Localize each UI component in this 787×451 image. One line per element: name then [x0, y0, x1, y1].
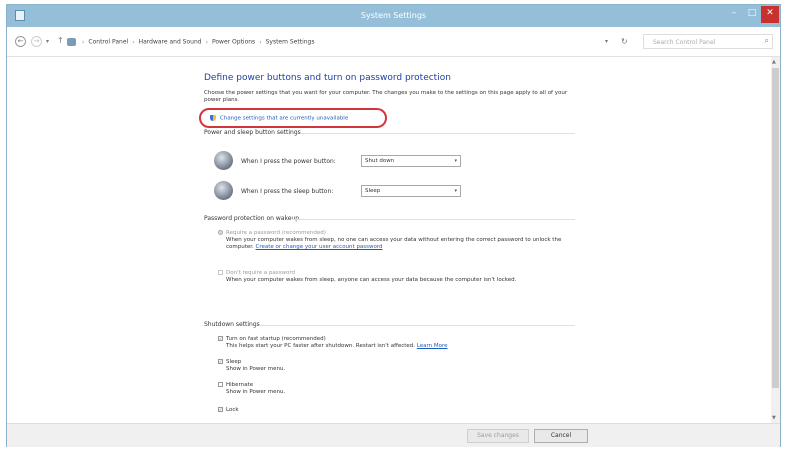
page-description: Choose the power settings that you want …	[204, 90, 568, 103]
back-button[interactable]: ←	[15, 36, 26, 47]
recent-locations-dropdown[interactable]: ▾	[46, 38, 49, 45]
system-settings-window: System Settings – □ ✕ ← → ▾ ↑ › Control P…	[6, 4, 781, 447]
window-title: System Settings	[360, 11, 427, 20]
breadcrumb-separator[interactable]: ›	[259, 39, 261, 46]
sleep-option[interactable]: ✓ Sleep Show in Power menu.	[218, 359, 568, 373]
minimize-button[interactable]: –	[725, 6, 743, 23]
require-password-radio[interactable]	[218, 230, 223, 235]
dont-require-password-label: Don't require a password	[226, 270, 296, 276]
scroll-up-icon[interactable]: ▲	[772, 59, 776, 65]
address-bar: ← → ▾ ↑ › Control Panel › Hardware and Soun…	[7, 27, 780, 57]
breadcrumb-item-system-settings[interactable]: System Settings	[266, 39, 315, 46]
scrollbar-thumb[interactable]	[772, 68, 779, 388]
content-pane: Define power buttons and turn on passwor…	[7, 57, 771, 423]
fast-startup-desc: This helps start your PC faster after sh…	[226, 343, 416, 349]
power-button-select[interactable]: Shut down ▾	[361, 155, 461, 167]
cancel-button[interactable]: Cancel	[534, 429, 588, 443]
fast-startup-checkbox[interactable]: ✓	[218, 336, 223, 341]
create-password-link[interactable]: Create or change your user account passw…	[256, 244, 383, 250]
refresh-icon[interactable]: ↻	[621, 37, 628, 46]
breadcrumb-item-control-panel[interactable]: Control Panel	[88, 39, 128, 46]
section-divider	[300, 133, 575, 134]
forward-button[interactable]: →	[31, 36, 42, 47]
power-button-icon	[214, 151, 233, 170]
breadcrumb-separator[interactable]: ›	[82, 39, 84, 46]
sleep-button-select-value: Sleep	[365, 188, 381, 194]
search-box[interactable]: Search Control Panel ⌕	[643, 34, 773, 49]
footer-bar: Save changes Cancel	[7, 423, 780, 447]
scroll-down-icon[interactable]: ▼	[772, 415, 776, 421]
lock-label: Lock	[226, 407, 239, 413]
sleep-checkbox[interactable]: ✓	[218, 359, 223, 364]
page-title: Define power buttons and turn on passwor…	[204, 73, 451, 83]
breadcrumb-item-hardware-and-sound[interactable]: Hardware and Sound	[139, 39, 202, 46]
power-button-label: When I press the power button:	[241, 158, 336, 165]
breadcrumb-item-power-options[interactable]: Power Options	[212, 39, 255, 46]
search-icon[interactable]: ⌕	[765, 36, 769, 46]
hibernate-desc: Show in Power menu.	[226, 389, 286, 395]
fast-startup-option[interactable]: ✓ Turn on fast startup (recommended) This…	[218, 336, 568, 350]
control-panel-icon	[67, 38, 76, 46]
fast-startup-label: Turn on fast startup (recommended)	[226, 336, 326, 342]
change-settings-link[interactable]: Change settings that are currently unava…	[210, 115, 348, 122]
shutdown-section-header: Shutdown settings	[204, 321, 260, 328]
require-password-label: Require a password (recommended)	[226, 230, 326, 236]
dont-require-password-desc: When your computer wakes from sleep, any…	[226, 277, 517, 283]
sleep-label: Sleep	[226, 359, 242, 365]
change-settings-link-label[interactable]: Change settings that are currently unava…	[220, 116, 348, 122]
breadcrumb: › Control Panel › Hardware and Sound › Power …	[67, 38, 314, 46]
breadcrumb-separator[interactable]: ›	[206, 39, 208, 46]
password-section-header: Password protection on wakeup	[204, 215, 300, 222]
chevron-down-icon: ▾	[454, 188, 457, 194]
sleep-button-icon	[214, 181, 233, 200]
section-divider	[259, 325, 575, 326]
power-button-select-value: Shut down	[365, 158, 395, 164]
close-button[interactable]: ✕	[761, 6, 779, 23]
hibernate-checkbox[interactable]	[218, 382, 223, 387]
search-input[interactable]: Search Control Panel	[653, 39, 715, 46]
breadcrumb-separator[interactable]: ›	[132, 39, 134, 46]
lock-checkbox[interactable]: ✓	[218, 407, 223, 412]
sleep-button-select[interactable]: Sleep ▾	[361, 185, 461, 197]
dont-require-password-option[interactable]: Don't require a password When your compu…	[218, 270, 568, 284]
up-button[interactable]: ↑	[57, 36, 64, 45]
chevron-down-icon: ▾	[454, 158, 457, 164]
vertical-scrollbar[interactable]: ▲ ▼	[771, 57, 780, 423]
require-password-option[interactable]: Require a password (recommended) When yo…	[218, 230, 568, 251]
sleep-button-row: When I press the sleep button: Sleep ▾	[214, 181, 474, 201]
save-changes-button[interactable]: Save changes	[467, 429, 529, 443]
maximize-button[interactable]: □	[743, 6, 761, 23]
uac-shield-icon	[210, 115, 216, 121]
learn-more-link[interactable]: Learn More	[417, 343, 448, 349]
power-button-row: When I press the power button: Shut down…	[214, 151, 474, 171]
sleep-button-label: When I press the sleep button:	[241, 188, 334, 195]
dont-require-password-checkbox[interactable]	[218, 270, 223, 275]
hibernate-label: Hibernate	[226, 382, 254, 388]
title-bar[interactable]: System Settings – □ ✕	[7, 5, 780, 27]
sleep-desc: Show in Power menu.	[226, 366, 286, 372]
hibernate-option[interactable]: Hibernate Show in Power menu.	[218, 382, 568, 396]
address-dropdown[interactable]: ▾	[605, 38, 608, 45]
section-divider	[292, 219, 575, 220]
lock-option[interactable]: ✓ Lock	[218, 407, 568, 414]
power-section-header: Power and sleep button settings	[204, 129, 301, 136]
